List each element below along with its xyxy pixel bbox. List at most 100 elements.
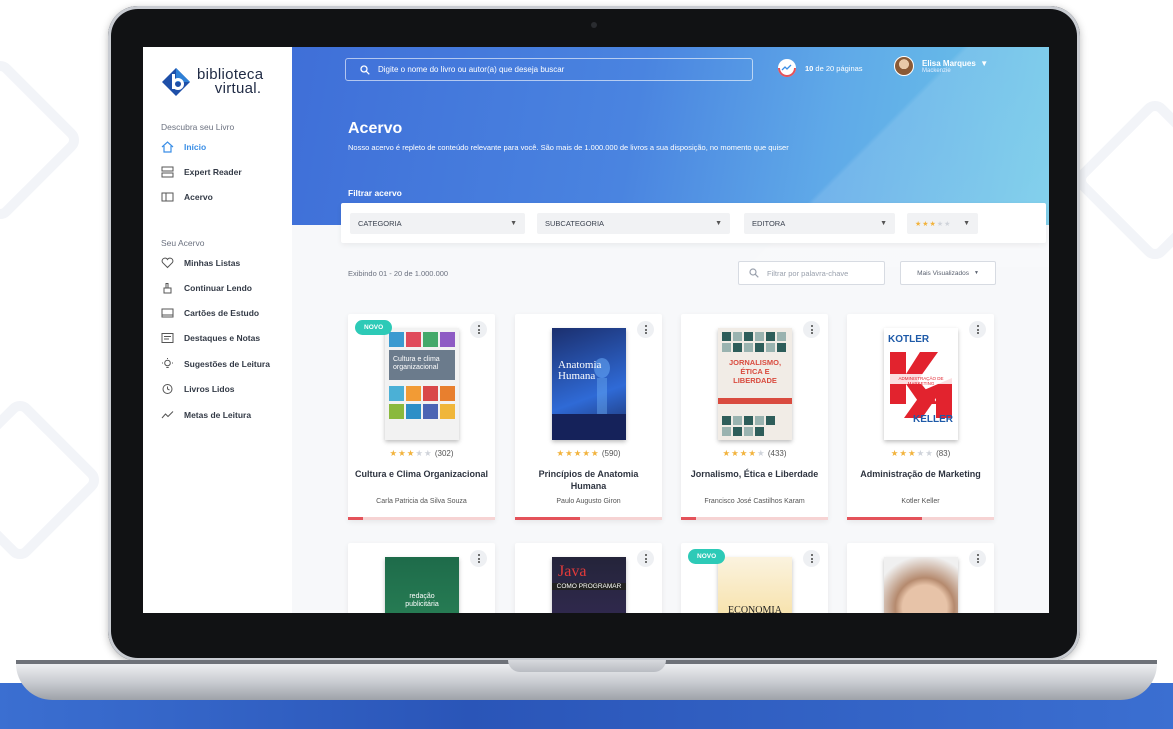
- reading-progress-fill: [847, 517, 922, 520]
- book-card[interactable]: Java COMO PROGRAMAR: [515, 543, 662, 613]
- reading-progress-fill: [681, 517, 696, 520]
- caret-down-icon: ▼: [980, 58, 989, 68]
- rating-select[interactable]: ★★★★★ ▼: [907, 213, 978, 234]
- cover-title: ECONOMIA: [728, 605, 782, 613]
- publisher-select[interactable]: EDITORA ▼: [744, 213, 895, 234]
- reading-progress-bar: [348, 517, 495, 520]
- trend-icon: [161, 411, 174, 419]
- book-cover: KOTLER ADMINISTRAÇÃO DE MARKETING KELLER: [884, 328, 958, 440]
- more-options-icon[interactable]: [969, 550, 986, 567]
- hero-banner: Digite o nome do livro ou autor(a) que d…: [292, 47, 1049, 267]
- user-name-text: Elisa Marques: [922, 58, 976, 68]
- search-icon: [360, 64, 370, 75]
- sidebar-item-continuar-lendo[interactable]: Continuar Lendo: [161, 281, 286, 295]
- keyword-filter-input[interactable]: Filtrar por palavra-chave: [738, 261, 885, 285]
- more-options-icon[interactable]: [637, 550, 654, 567]
- sidebar-item-acervo[interactable]: Acervo: [161, 190, 286, 204]
- cover-title: Cultura e clima organizacional: [393, 356, 440, 371]
- review-count: (590): [601, 449, 621, 458]
- search-placeholder: Digite o nome do livro ou autor(a) que d…: [378, 65, 565, 74]
- sidebar-item-label: Destaques e Notas: [184, 333, 261, 343]
- home-icon: [161, 141, 174, 153]
- user-menu[interactable]: Elisa Marques ▼ Mackenzie: [894, 56, 988, 76]
- sidebar-item-label: Sugestões de Leitura: [184, 359, 270, 369]
- subcategory-select-label: SUBCATEGORIA: [545, 219, 605, 228]
- bulb-icon: [162, 358, 173, 368]
- book-card[interactable]: JORNALISMO, ÉTICA E LIBERDADE ★★★★★ (433…: [681, 314, 828, 520]
- book-icon: [161, 192, 174, 202]
- book-cover: Cultura e clima organizacional: [385, 328, 459, 440]
- more-options-icon[interactable]: [470, 321, 487, 338]
- sidebar-item-livros-lidos[interactable]: Livros Lidos: [161, 382, 286, 396]
- sidebar-item-inicio[interactable]: Início: [161, 140, 286, 154]
- more-options-icon[interactable]: [969, 321, 986, 338]
- sort-label: Mais Visualizados: [917, 269, 969, 277]
- book-card[interactable]: [847, 543, 994, 613]
- user-name: Elisa Marques ▼: [922, 59, 988, 68]
- rating-stars: ★★★★★: [722, 448, 766, 458]
- book-rating: ★★★★★ (302): [348, 448, 495, 459]
- app-screen: biblioteca virtual. Descubra seu Livro I…: [143, 47, 1049, 613]
- search-icon: [749, 268, 759, 278]
- sidebar-item-label: Acervo: [184, 192, 213, 202]
- brand-logo[interactable]: biblioteca virtual.: [161, 67, 263, 97]
- more-options-icon[interactable]: [637, 321, 654, 338]
- book-card[interactable]: Anatomia Humana ★★★★★ (590) Princípios d…: [515, 314, 662, 520]
- book-card[interactable]: Cultura e clima organizacional NOVO ★★★★…: [348, 314, 495, 520]
- reading-progress-fill: [348, 517, 363, 520]
- reading-progress-fill: [515, 517, 580, 520]
- cover-bottom-text: KELLER: [913, 414, 953, 425]
- book-title[interactable]: Jornalismo, Ética e Liberdade: [687, 468, 822, 480]
- reading-goal-icon: [778, 59, 796, 77]
- more-options-icon[interactable]: [803, 321, 820, 338]
- background-shape: [1070, 95, 1173, 265]
- reading-progress-bar: [515, 517, 662, 520]
- subcategory-select[interactable]: SUBCATEGORIA ▼: [537, 213, 730, 234]
- book-title[interactable]: Princípios de Anatomia Humana: [521, 468, 656, 492]
- laptop-notch: [508, 660, 666, 672]
- cover-top-text: KOTLER: [888, 334, 930, 345]
- book-title[interactable]: Administração de Marketing: [853, 468, 988, 480]
- reading-progress[interactable]: 10 de 20 páginas: [777, 58, 863, 78]
- more-options-icon[interactable]: [803, 550, 820, 567]
- book-card[interactable]: ECONOMIA NOVO: [681, 543, 828, 613]
- caret-down-icon: ▼: [715, 220, 722, 227]
- sidebar-item-cartoes[interactable]: Cartões de Estudo: [161, 306, 286, 320]
- sidebar-item-label: Metas de Leitura: [184, 410, 252, 420]
- book-card[interactable]: KOTLER ADMINISTRAÇÃO DE MARKETING KELLER…: [847, 314, 994, 520]
- category-select[interactable]: CATEGORIA ▼: [350, 213, 525, 234]
- results-count: Exibindo 01 - 20 de 1.000.000: [348, 269, 449, 278]
- sidebar-item-label: Cartões de Estudo: [184, 308, 260, 318]
- category-select-label: CATEGORIA: [358, 219, 402, 228]
- book-title[interactable]: Cultura e Clima Organizacional: [354, 468, 489, 480]
- book-card[interactable]: redação publicitária: [348, 543, 495, 613]
- cover-band-text: ADMINISTRAÇÃO DE MARKETING: [898, 376, 944, 386]
- sort-select[interactable]: Mais Visualizados ▼: [900, 261, 996, 285]
- sidebar-item-metas[interactable]: Metas de Leitura: [161, 408, 286, 422]
- book-cover: [884, 557, 958, 613]
- cover-title: Java: [558, 563, 587, 580]
- rating-stars: ★★★★★: [890, 448, 934, 458]
- history-icon: [162, 384, 173, 394]
- sidebar-item-minhas-listas[interactable]: Minhas Listas: [161, 256, 286, 270]
- cover-title: JORNALISMO, ÉTICA E LIBERDADE: [728, 358, 782, 385]
- stack-icon: [161, 166, 174, 178]
- more-options-icon[interactable]: [470, 550, 487, 567]
- review-count: (302): [434, 449, 454, 458]
- book-cover: Java COMO PROGRAMAR: [552, 557, 626, 613]
- sidebar-item-destaques[interactable]: Destaques e Notas: [161, 331, 286, 345]
- sidebar-item-sugestoes[interactable]: Sugestões de Leitura: [161, 357, 286, 371]
- sidebar-item-expert-reader[interactable]: Expert Reader: [161, 165, 286, 179]
- reading-progress-bar: [847, 517, 994, 520]
- sidebar-section-collection: Seu Acervo: [161, 238, 205, 248]
- camera-dot: [591, 22, 597, 28]
- caret-down-icon: ▼: [963, 220, 970, 227]
- new-badge: NOVO: [355, 320, 393, 335]
- book-author: Kotler Keller: [901, 498, 940, 505]
- book-cover: redação publicitária: [385, 557, 459, 613]
- background-shape: [0, 55, 85, 225]
- search-input[interactable]: Digite o nome do livro ou autor(a) que d…: [345, 58, 753, 81]
- notes-icon: [161, 333, 174, 343]
- review-count: (83): [936, 449, 951, 458]
- progress-rest: de 20 páginas: [813, 63, 863, 73]
